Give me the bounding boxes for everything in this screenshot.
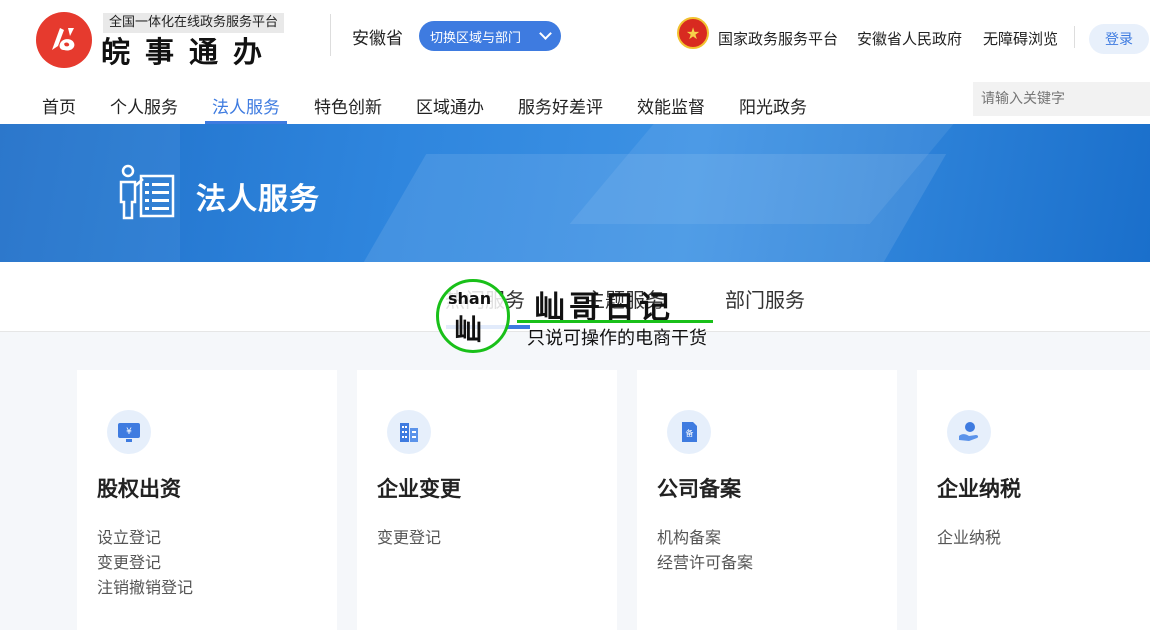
card-title: 企业纳税 — [937, 477, 1021, 501]
document-record-icon: 备 — [682, 422, 697, 442]
service-card-equity[interactable]: ¥ 股权出资 设立登记 变更登记 注销撤销登记 — [77, 370, 337, 630]
watermark-underline — [517, 320, 713, 323]
logo-title[interactable]: 皖事通办 — [101, 34, 277, 70]
accessibility-link[interactable]: 无障碍浏览 — [983, 28, 1058, 49]
card-link[interactable]: 注销撤销登记 — [97, 575, 193, 600]
current-province: 安徽省 — [352, 29, 403, 49]
watermark-logo-small-text: shan — [448, 289, 492, 308]
watermark-logo: shan 屾 — [436, 279, 510, 353]
login-button[interactable]: 登录 — [1089, 24, 1149, 54]
card-icon-container: ¥ — [107, 410, 151, 454]
card-title: 企业变更 — [377, 477, 461, 501]
card-link-list: 变更登记 — [377, 525, 441, 550]
service-card-enterprise-change[interactable]: 企业变更 变更登记 — [357, 370, 617, 630]
card-link-list: 企业纳税 — [937, 525, 1001, 550]
monitor-yen-icon: ¥ — [118, 423, 140, 442]
service-card-company-record[interactable]: 备 公司备案 机构备案 经营许可备案 — [637, 370, 897, 630]
card-link[interactable]: 设立登记 — [97, 525, 193, 550]
site-logo-icon[interactable] — [36, 12, 92, 68]
main-nav: 首页 个人服务 法人服务 特色创新 区域通办 服务好差评 效能监督 阳光政务 — [0, 84, 960, 124]
national-emblem-icon: ★ — [677, 17, 709, 49]
watermark-subtitle: 只说可操作的电商干货 — [527, 328, 707, 349]
svg-text:¥: ¥ — [126, 427, 132, 437]
logo-glyph-icon — [52, 28, 75, 51]
nav-item-evaluation[interactable]: 服务好差评 — [518, 93, 603, 118]
card-link[interactable]: 变更登记 — [97, 550, 193, 575]
service-card-tax[interactable]: 企业纳税 企业纳税 — [917, 370, 1150, 630]
search-input[interactable] — [973, 82, 1150, 116]
hand-tax-icon — [959, 422, 979, 441]
card-icon-container — [947, 410, 991, 454]
card-title: 公司备案 — [657, 477, 741, 501]
nav-item-supervision[interactable]: 效能监督 — [637, 93, 705, 118]
card-link[interactable]: 企业纳税 — [937, 525, 1001, 550]
province-government-link[interactable]: 安徽省人民政府 — [857, 28, 962, 49]
tab-department-services[interactable]: 部门服务 — [725, 284, 805, 313]
national-platform-link[interactable]: 国家政务服务平台 — [718, 28, 838, 49]
card-title: 股权出资 — [97, 477, 181, 501]
card-link-list: 机构备案 经营许可备案 — [657, 525, 753, 575]
card-link[interactable]: 经营许可备案 — [657, 550, 753, 575]
nav-item-personal[interactable]: 个人服务 — [110, 93, 178, 118]
building-icon — [400, 423, 418, 442]
legal-person-icon — [119, 164, 175, 220]
card-icon-container: 备 — [667, 410, 711, 454]
svg-text:备: 备 — [686, 428, 694, 438]
header-separator — [1074, 26, 1075, 48]
nav-item-legal-person[interactable]: 法人服务 — [212, 93, 280, 118]
nav-item-regional[interactable]: 区域通办 — [416, 93, 484, 118]
page-title: 法人服务 — [196, 182, 320, 217]
switch-region-label: 切换区域与部门 — [430, 30, 522, 46]
logo-subtitle: 全国一体化在线政务服务平台 — [103, 13, 285, 33]
card-link[interactable]: 变更登记 — [377, 525, 441, 550]
watermark-logo-big-text: 屾 — [454, 313, 483, 346]
header-divider — [330, 14, 331, 56]
card-link[interactable]: 机构备案 — [657, 525, 753, 550]
card-icon-container — [387, 410, 431, 454]
switch-region-button[interactable]: 切换区域与部门 — [419, 21, 561, 51]
nav-item-innovation[interactable]: 特色创新 — [314, 93, 382, 118]
nav-item-transparency[interactable]: 阳光政务 — [739, 93, 807, 118]
chevron-down-icon — [539, 27, 552, 40]
card-link-list: 设立登记 变更登记 注销撤销登记 — [97, 525, 193, 600]
nav-item-home[interactable]: 首页 — [42, 93, 76, 118]
page-banner: 法人服务 — [0, 124, 1150, 262]
